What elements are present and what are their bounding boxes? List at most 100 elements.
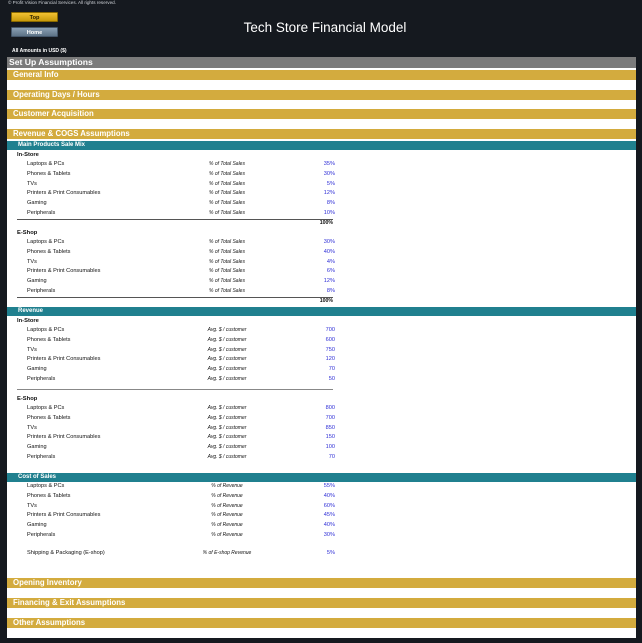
row-unit: Avg. $ / customer [207,444,247,451]
row-label: Peripherals [27,210,56,216]
section-other-assumptions[interactable]: Other Assumptions [7,618,636,628]
row-unit: % of Total Sales [209,278,245,285]
row-value-input[interactable]: 5% [327,181,335,187]
row-unit: % of Revenue [211,532,243,538]
row-value-input[interactable]: 850 [326,425,335,431]
row-label: Laptops & PCs [27,405,65,411]
row-unit: % of Revenue [211,512,243,519]
table-row: Peripherals Avg. $ / customer 50 [7,376,337,384]
row-value-input[interactable]: 6% [327,268,335,274]
row-value-input[interactable]: 8% [327,200,335,206]
row-unit: Avg. $ / customer [207,376,247,382]
row-value-input[interactable]: 30% [324,171,335,177]
row-label: Printers & Print Consumables [27,268,101,275]
row-value-input[interactable]: 120 [326,356,335,362]
row-value-input[interactable]: 12% [324,190,335,196]
row-value-input[interactable]: 45% [324,512,335,518]
row-value-input[interactable]: 30% [324,239,335,245]
table-row: Gaming % of Total Sales 12% [7,278,337,286]
row-unit: % of Total Sales [209,288,245,294]
row-unit: Avg. $ / customer [207,424,247,431]
row-unit: % of Revenue [211,483,243,489]
row-label: TVs [27,346,37,353]
row-value-input[interactable]: 150 [326,434,335,440]
table-row: TVs Avg. $ / customer 750 [7,347,337,355]
row-label: Laptops & PCs [27,161,65,167]
row-label: Phones & Tablets [27,492,71,499]
section-financing-exit[interactable]: Financing & Exit Assumptions [7,598,636,608]
row-label: Phones & Tablets [27,336,71,343]
table-row: Laptops & PCs % of Revenue 55% [7,483,337,491]
table-row: Printers & Print Consumables % of Revenue… [7,512,337,520]
row-value-input[interactable]: 55% [324,483,335,489]
row-label: Peripherals [27,288,56,294]
row-value-input[interactable]: 600 [326,337,335,343]
table-row: TVs Avg. $ / customer 850 [7,425,337,433]
currency-note: All Amounts in USD ($) [12,48,67,54]
row-unit: Avg. $ / customer [207,414,247,421]
row-label: TVs [27,258,37,265]
row-value-input[interactable]: 800 [326,405,335,411]
table-row: Gaming Avg. $ / customer 70 [7,366,337,374]
spreadsheet: Set Up Assumptions General Info Operatin… [7,57,636,638]
row-value-input[interactable]: 40% [324,522,335,528]
section-opening-inventory[interactable]: Opening Inventory [7,578,636,588]
row-value-input[interactable]: 8% [327,288,335,294]
row-unit: Avg. $ / customer [207,356,247,363]
table-row: Peripherals % of Total Sales 8% [7,288,337,296]
row-value-input[interactable]: 60% [324,503,335,509]
row-unit: Avg. $ / customer [207,327,247,333]
row-value-input[interactable]: 4% [327,259,335,265]
row-value-input[interactable]: 40% [324,249,335,255]
row-value-input[interactable]: 50 [329,376,335,382]
row-value-input[interactable]: 700 [326,327,335,333]
sales-mix-eshop-label: E-Shop [17,230,38,236]
table-row: Laptops & PCs Avg. $ / customer 800 [7,405,337,413]
row-value-input[interactable]: 30% [324,532,335,538]
row-unit: % of Total Sales [209,190,245,197]
row-unit: Avg. $ / customer [207,346,247,353]
row-label: Printers & Print Consumables [27,356,101,363]
row-unit: % of E-shop Revenue [202,550,252,556]
row-label: Phones & Tablets [27,170,71,177]
row-value-input[interactable]: 100 [326,444,335,450]
table-row: Printers & Print Consumables % of Total S… [7,268,337,276]
row-value-input[interactable]: 5% [327,550,335,556]
row-unit: % of Total Sales [209,170,245,177]
section-setup-assumptions[interactable]: Set Up Assumptions [7,57,636,68]
row-value-input[interactable]: 70 [329,454,335,460]
table-row: Printers & Print Consumables Avg. $ / cus… [7,356,337,364]
row-label: Gaming [27,444,47,451]
table-row: Laptops & PCs % of Total Sales 30% [7,239,337,247]
row-label: Phones & Tablets [27,248,71,255]
section-customer-acquisition[interactable]: Customer Acquisition [7,109,636,119]
row-value-input[interactable]: 10% [324,210,335,216]
row-value-input[interactable]: 750 [326,347,335,353]
row-label: Gaming [27,366,47,373]
table-row: Gaming % of Revenue 40% [7,522,337,530]
row-unit: Avg. $ / customer [207,366,247,373]
table-row: Printers & Print Consumables % of Total S… [7,190,337,198]
row-unit: % of Total Sales [209,258,245,265]
row-value-input[interactable]: 700 [326,415,335,421]
top-button[interactable]: Top [11,12,58,22]
section-operating-days[interactable]: Operating Days / Hours [7,90,636,100]
home-button[interactable]: Home [11,27,58,37]
row-label: Peripherals [27,454,56,460]
row-value-input[interactable]: 70 [329,366,335,372]
row-label: Gaming [27,200,47,207]
row-unit: % of Total Sales [209,248,245,255]
table-row: TVs % of Total Sales 5% [7,181,337,189]
sales-mix-eshop-total: 100% [17,297,333,305]
section-revenue-cogs[interactable]: Revenue & COGS Assumptions [7,129,636,139]
row-label: Phones & Tablets [27,414,71,421]
footer-strip [7,638,636,643]
row-value-input[interactable]: 40% [324,493,335,499]
section-general-info[interactable]: General Info [7,70,636,80]
row-unit: % of Total Sales [209,161,245,167]
table-row: Peripherals % of Total Sales 10% [7,210,337,218]
subsection-sales-mix: Main Products Sale Mix [7,141,636,150]
row-value-input[interactable]: 12% [324,278,335,284]
row-label: Gaming [27,522,47,529]
row-value-input[interactable]: 35% [324,161,335,167]
